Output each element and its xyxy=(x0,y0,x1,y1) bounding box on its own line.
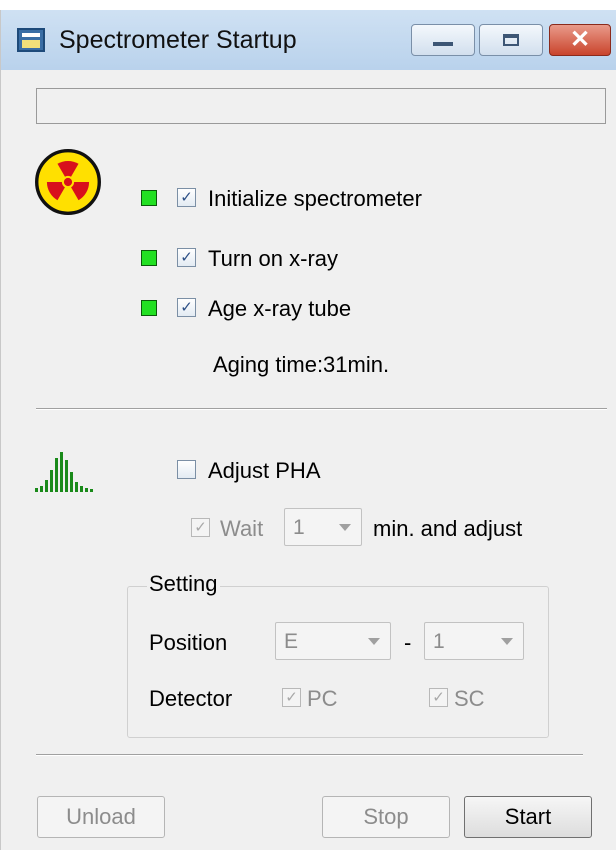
radiation-hazard-icon xyxy=(35,149,101,215)
window-title: Spectrometer Startup xyxy=(59,26,297,54)
adjust-pha-checkbox[interactable] xyxy=(177,460,196,479)
detector-pc-checkbox[interactable]: ✓ xyxy=(282,688,301,707)
unload-button[interactable]: Unload xyxy=(37,796,165,838)
position-value: E xyxy=(284,630,299,653)
wait-checkbox[interactable]: ✓ xyxy=(191,518,210,537)
setting-group xyxy=(127,586,549,738)
check-icon: ✓ xyxy=(432,689,445,706)
initialize-spectrometer-checkbox[interactable]: ✓ xyxy=(177,188,196,207)
start-button[interactable]: Start xyxy=(464,796,592,838)
wait-minutes-value: 1 xyxy=(293,516,305,539)
chevron-down-icon xyxy=(501,638,513,645)
wait-suffix-label: min. and adjust xyxy=(373,516,523,541)
check-icon: ✓ xyxy=(180,249,193,266)
check-icon: ✓ xyxy=(180,299,193,316)
age-xray-tube-label: Age x-ray tube xyxy=(208,296,352,321)
maximize-icon xyxy=(503,34,519,46)
footer-divider xyxy=(36,754,583,756)
aging-time-text: Aging time:31min. xyxy=(213,352,390,377)
title-bar[interactable]: Spectrometer Startup ✕ xyxy=(1,10,616,70)
xray-status-indicator xyxy=(141,250,157,266)
wait-label: Wait xyxy=(220,516,264,541)
check-icon: ✓ xyxy=(194,519,207,536)
turn-on-xray-checkbox[interactable]: ✓ xyxy=(177,248,196,267)
initialize-status-indicator xyxy=(141,190,157,206)
position-index-value: 1 xyxy=(433,630,445,653)
chevron-down-icon xyxy=(368,638,380,645)
check-icon: ✓ xyxy=(285,689,298,706)
section-divider xyxy=(36,408,607,410)
spectrometer-startup-window: Spectrometer Startup ✕ ✓ Initialize spec… xyxy=(0,10,616,850)
stop-button[interactable]: Stop xyxy=(322,796,450,838)
close-icon: ✕ xyxy=(569,26,591,53)
minimize-icon xyxy=(433,42,453,46)
detector-sc-label: SC xyxy=(454,686,485,711)
adjust-pha-label: Adjust PHA xyxy=(208,458,321,483)
spectrometer-app-icon xyxy=(17,28,45,52)
initialize-spectrometer-label: Initialize spectrometer xyxy=(208,186,422,211)
aging-status-indicator xyxy=(141,300,157,316)
pha-spectrum-icon xyxy=(35,452,93,492)
detector-pc-label: PC xyxy=(307,686,338,711)
close-button[interactable]: ✕ xyxy=(549,24,611,56)
check-icon: ✓ xyxy=(180,189,193,206)
maximize-button[interactable] xyxy=(479,24,543,56)
detector-sc-checkbox[interactable]: ✓ xyxy=(429,688,448,707)
detector-label: Detector xyxy=(149,686,233,711)
position-dropdown[interactable]: E xyxy=(275,622,391,660)
status-field xyxy=(36,88,606,124)
turn-on-xray-label: Turn on x-ray xyxy=(208,246,339,271)
position-index-dropdown[interactable]: 1 xyxy=(424,622,524,660)
age-xray-tube-checkbox[interactable]: ✓ xyxy=(177,298,196,317)
minimize-button[interactable] xyxy=(411,24,475,56)
wait-minutes-dropdown[interactable]: 1 xyxy=(284,508,362,546)
setting-group-title: Setting xyxy=(147,571,220,597)
position-label: Position xyxy=(149,630,228,655)
position-separator: - xyxy=(404,630,412,655)
chevron-down-icon xyxy=(339,524,351,531)
